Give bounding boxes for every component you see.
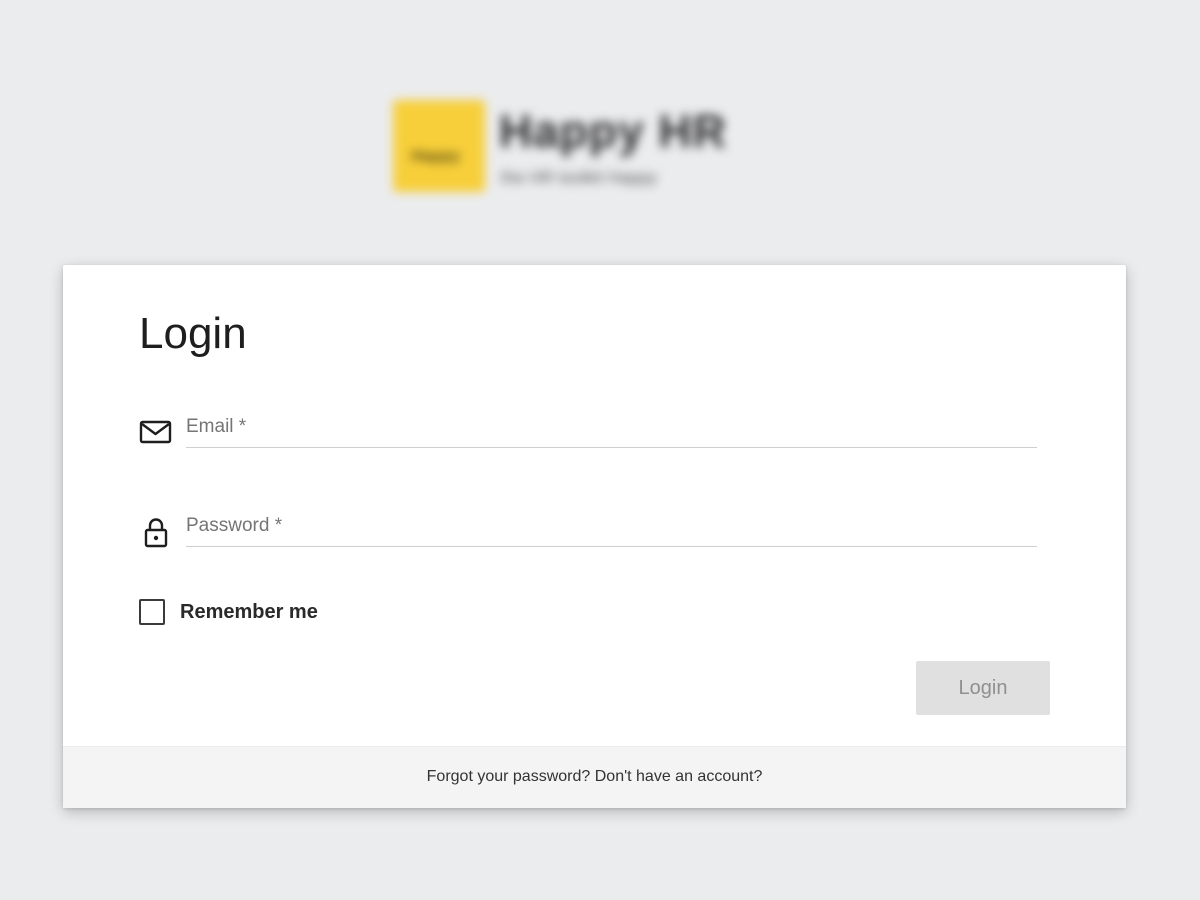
login-button[interactable]: Login bbox=[916, 661, 1050, 715]
forgot-password-link[interactable]: Forgot your password? bbox=[427, 768, 591, 785]
signup-link[interactable]: Don't have an account? bbox=[595, 768, 763, 785]
card-footer: Forgot your password? Don't have an acco… bbox=[63, 746, 1126, 808]
brand-name: Happy HR bbox=[499, 105, 727, 157]
lock-icon bbox=[139, 515, 173, 549]
brand-logo: Happy Happy HR the HR toolkit Happy bbox=[393, 100, 793, 200]
envelope-icon bbox=[139, 416, 173, 450]
login-page: Happy Happy HR the HR toolkit Happy Logi… bbox=[0, 0, 1200, 900]
password-field-group bbox=[139, 501, 1037, 549]
remember-me-checkbox[interactable] bbox=[139, 599, 165, 625]
login-card: Login Remember me bbox=[63, 265, 1126, 808]
page-title: Login bbox=[139, 309, 247, 358]
remember-me-label: Remember me bbox=[180, 600, 318, 623]
remember-me-option[interactable]: Remember me bbox=[139, 597, 318, 627]
password-input[interactable] bbox=[186, 511, 1037, 547]
email-input[interactable] bbox=[186, 412, 1037, 448]
brand-tagline: the HR toolkit Happy bbox=[501, 168, 657, 187]
email-field-group bbox=[139, 402, 1037, 450]
logo-mark: Happy bbox=[393, 100, 485, 192]
logo-mark-text: Happy bbox=[411, 148, 460, 165]
